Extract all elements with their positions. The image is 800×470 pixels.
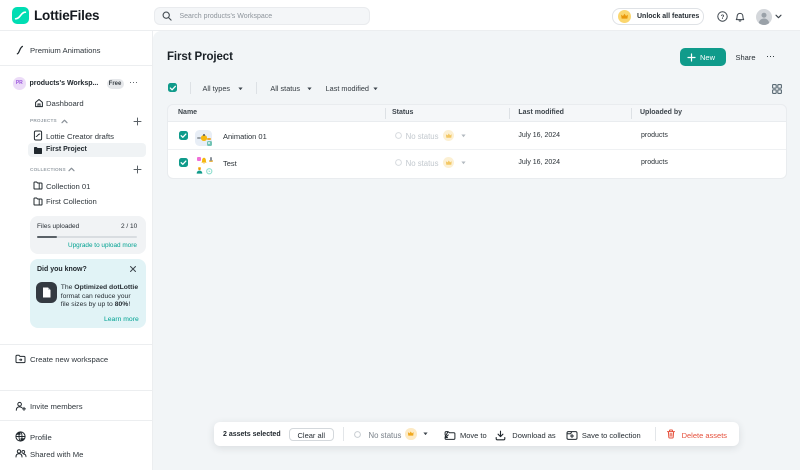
svg-text:?: ? <box>721 14 725 21</box>
